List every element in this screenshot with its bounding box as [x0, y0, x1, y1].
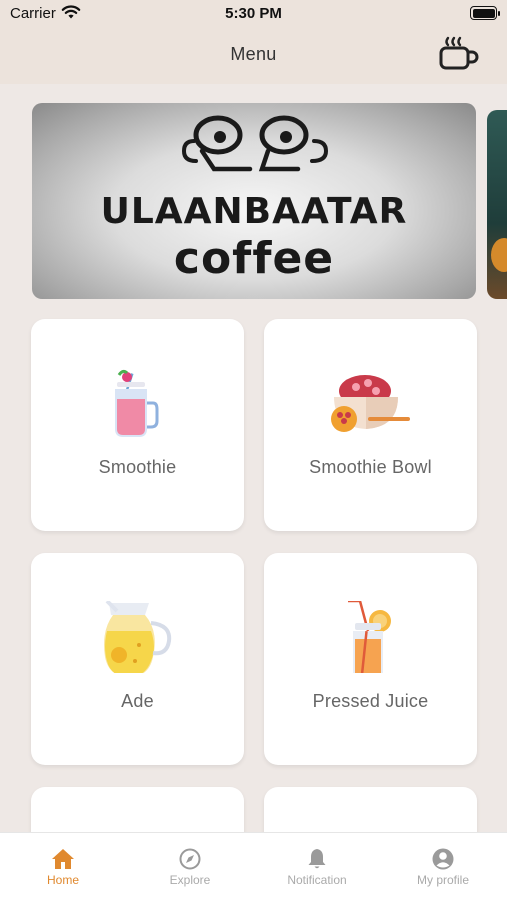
status-bar: Carrier 5:30 PM: [0, 0, 507, 28]
promo-banner[interactable]: ULAANBAATAR coffee: [32, 103, 476, 299]
brand-name-line2: coffee: [173, 233, 335, 284]
top-bar: Carrier 5:30 PM Menu: [0, 0, 507, 84]
home-icon: [0, 847, 126, 873]
menu-card-smoothie-bowl[interactable]: Smoothie Bowl: [264, 319, 477, 531]
menu-card-label: Ade: [121, 691, 154, 711]
menu-card-pressed-juice[interactable]: Pressed Juice: [264, 553, 477, 765]
tab-my-profile[interactable]: My profile: [380, 833, 506, 900]
compass-icon: [127, 847, 253, 873]
next-banner-preview[interactable]: [487, 110, 507, 299]
tab-label: Notification: [287, 873, 347, 887]
brand-name-line1: ULAANBAATAR: [100, 191, 408, 232]
lemonade-pitcher-icon: [104, 601, 172, 673]
tab-explore[interactable]: Explore: [127, 833, 253, 900]
tab-notification[interactable]: Notification: [254, 833, 380, 900]
smoothie-jar-icon: [115, 369, 159, 437]
app-screen: Carrier 5:30 PM Menu ULAANBAATAR coffee …: [0, 0, 507, 900]
smoothie-bowl-icon: [331, 375, 410, 432]
battery-icon: [470, 6, 500, 20]
user-circle-icon: [380, 847, 506, 873]
clock: 5:30 PM: [225, 5, 282, 22]
page-title: Menu: [230, 44, 277, 64]
menu-card-smoothie[interactable]: Smoothie: [31, 319, 244, 531]
bottom-tab-bar: Home Explore Notification My profile: [0, 832, 507, 900]
brand-logo-icon: [181, 115, 329, 172]
tab-home[interactable]: Home: [0, 833, 126, 900]
juice-bottle-icon: [348, 601, 391, 673]
menu-card-label: Smoothie: [98, 457, 177, 477]
tab-label: My profile: [416, 873, 469, 887]
coffee-cup-icon[interactable]: [436, 36, 480, 74]
menu-card-label: Pressed Juice: [312, 691, 429, 711]
menu-card-ade[interactable]: Ade: [31, 553, 244, 765]
menu-card-label: Smoothie Bowl: [309, 457, 432, 477]
tab-label: Home: [46, 873, 79, 887]
tab-label: Explore: [169, 873, 211, 887]
bell-icon: [254, 847, 380, 873]
